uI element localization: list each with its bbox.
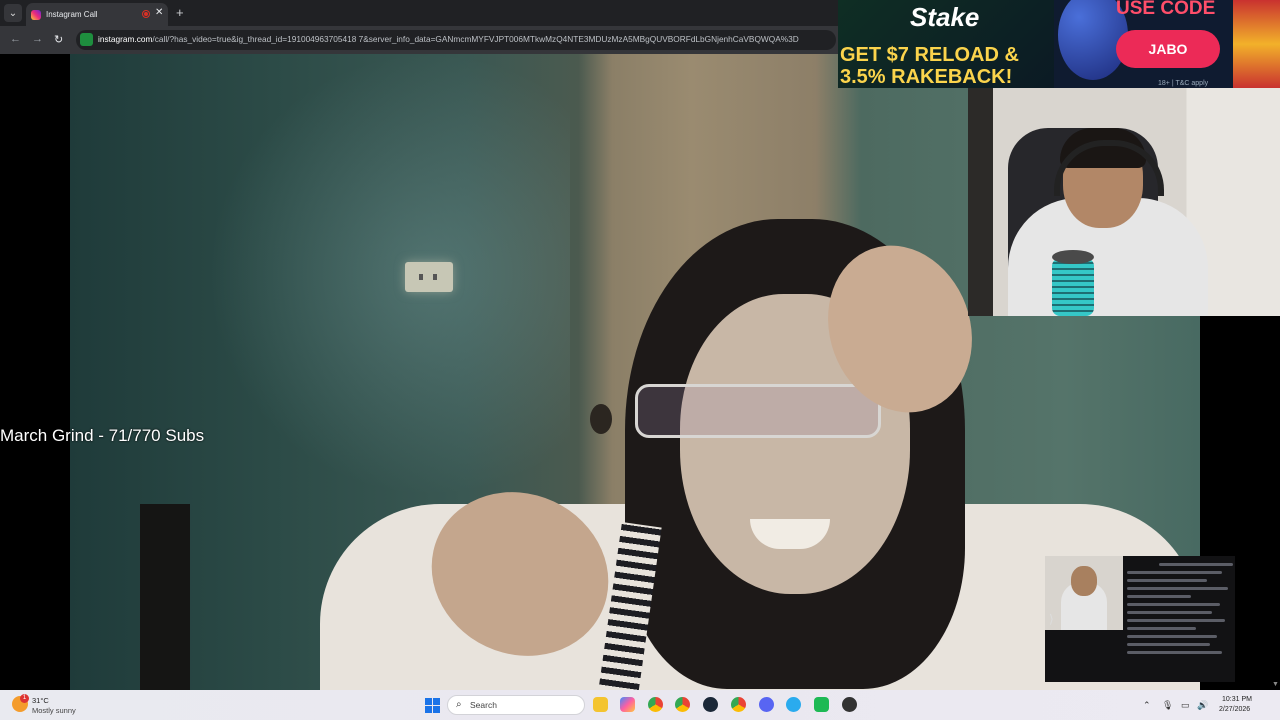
search-icon: ⌕: [456, 699, 462, 710]
taskbar: [0, 690, 1280, 720]
tray-overflow-icon[interactable]: ⌃: [1143, 700, 1151, 711]
weather-description[interactable]: Mostly sunny: [32, 706, 76, 715]
mini-expand-icon[interactable]: ⟩: [1049, 612, 1054, 626]
ad-terms: 18+ | T&C apply: [1158, 80, 1209, 87]
ad-headline-1: GET $7 RELOAD &: [840, 44, 1019, 66]
url-text[interactable]: instagram.com/call/?has_video=true&ig_th…: [98, 34, 828, 44]
file-explorer-icon[interactable]: [593, 697, 608, 712]
clock-date[interactable]: 2/27/2026: [1219, 706, 1250, 713]
instagram-icon: [31, 9, 41, 20]
stake-logo: Stake: [910, 2, 980, 32]
glasses: [635, 384, 881, 438]
url-domain: instagram.com: [98, 34, 153, 44]
reload-button[interactable]: ↻: [54, 33, 63, 46]
discord-icon[interactable]: [759, 697, 774, 712]
chrome-profile-icon[interactable]: [675, 697, 690, 712]
mini-chat-feed: [1127, 558, 1233, 682]
telegram-icon[interactable]: [786, 697, 801, 712]
copilot-icon[interactable]: [620, 697, 635, 712]
app-icon[interactable]: [814, 697, 829, 712]
new-tab-button[interactable]: +: [176, 5, 184, 20]
chair: [140, 504, 190, 690]
chrome-icon[interactable]: [648, 697, 663, 712]
steam-icon[interactable]: [703, 697, 718, 712]
network-icon[interactable]: ▭: [1181, 700, 1190, 711]
chrome-app-icon[interactable]: [731, 697, 746, 712]
windows-start-icon[interactable]: [425, 698, 440, 713]
ad-headline-2: 3.5% RAKEBACK!: [840, 66, 1013, 88]
tab-search-button[interactable]: ⌄: [4, 4, 22, 22]
tab-instagram-call[interactable]: Instagram Call ✕: [26, 3, 168, 26]
taskbar-search-box[interactable]: [447, 695, 585, 715]
ad-code-label: USE CODE: [1116, 0, 1216, 19]
wall-outlet: [405, 262, 453, 292]
volume-icon[interactable]: 🔊: [1197, 700, 1208, 711]
forward-button[interactable]: →: [32, 33, 43, 45]
recording-icon: [142, 10, 150, 18]
search-placeholder[interactable]: Search: [470, 700, 497, 710]
back-button[interactable]: ←: [10, 33, 21, 45]
weather-temperature[interactable]: 31°C: [32, 696, 49, 705]
tab-close-button[interactable]: ✕: [155, 7, 163, 18]
scroll-down-arrow[interactable]: ▼: [1272, 681, 1279, 688]
mini-stream-preview[interactable]: ⟩: [1045, 556, 1235, 682]
ad-casino-graphic: [1233, 0, 1280, 88]
sponsor-banner: Stake GET $7 RELOAD & 3.5% RAKEBACK! USE…: [838, 0, 1280, 88]
url-path: /call/?has_video=true&ig_thread_id=19100…: [152, 34, 799, 44]
obs-icon[interactable]: [842, 697, 857, 712]
sub-goal-text: March Grind - 71/770 Subs: [0, 426, 205, 445]
door-knob: [590, 404, 612, 434]
microphone-icon[interactable]: 🎙: [1162, 700, 1173, 711]
site-info-icon[interactable]: [80, 33, 93, 46]
smart-speaker: [1052, 250, 1094, 316]
streamer-webcam: [968, 88, 1280, 316]
tab-title: Instagram Call: [46, 10, 98, 19]
ad-code-button: JABO: [1116, 30, 1220, 68]
mini-webcam: [1045, 556, 1123, 630]
clock-time[interactable]: 10:31 PM: [1222, 696, 1252, 703]
weather-badge: 1: [20, 694, 29, 703]
